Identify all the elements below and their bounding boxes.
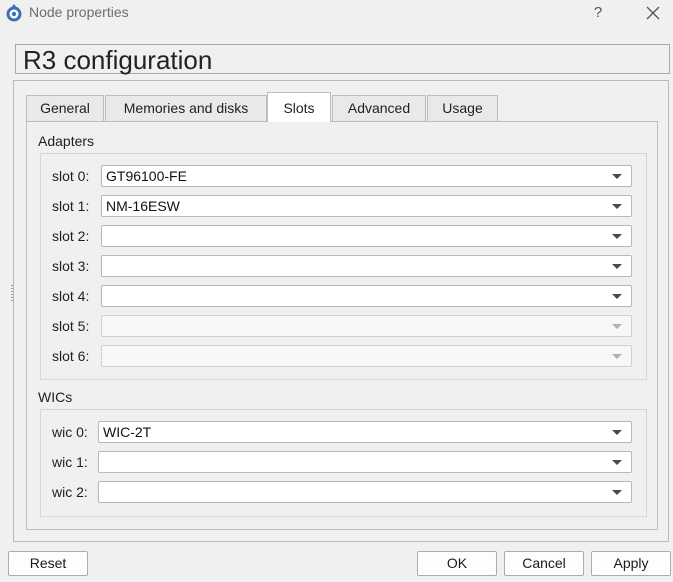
slot-5-dropdown xyxy=(101,315,632,337)
chevron-down-icon xyxy=(612,234,622,239)
slot-2-label: slot 2: xyxy=(52,228,90,244)
config-title-box: R3 configuration xyxy=(15,44,670,75)
tab-general[interactable]: General xyxy=(26,95,104,121)
cancel-button[interactable]: Cancel xyxy=(504,551,584,576)
adapters-group-label: Adapters xyxy=(38,133,95,149)
slot-6-dropdown xyxy=(101,345,632,367)
chevron-down-icon xyxy=(612,430,622,435)
chevron-down-icon xyxy=(612,460,622,465)
reset-button[interactable]: Reset xyxy=(8,551,88,576)
wic-1-label: wic 1: xyxy=(52,454,88,470)
slot-3-dropdown[interactable] xyxy=(101,255,632,277)
slot-2-dropdown[interactable] xyxy=(101,225,632,247)
help-button[interactable]: ? xyxy=(588,2,608,24)
tab-memories-and-disks[interactable]: Memories and disks xyxy=(105,95,267,121)
app-icon xyxy=(6,4,22,22)
slot-5-label: slot 5: xyxy=(52,318,90,334)
wics-group-label: WICs xyxy=(38,389,73,405)
chevron-down-icon xyxy=(612,354,622,359)
close-icon[interactable] xyxy=(642,2,664,24)
slot-1-dropdown[interactable]: NM-16ESW xyxy=(101,195,632,217)
wic-1-dropdown[interactable] xyxy=(98,451,632,473)
chevron-down-icon xyxy=(612,174,622,179)
slot-4-label: slot 4: xyxy=(52,288,90,304)
tab-advanced[interactable]: Advanced xyxy=(332,95,426,121)
splitter-handle[interactable] xyxy=(11,285,13,303)
wic-2-dropdown[interactable] xyxy=(98,481,632,503)
slot-3-label: slot 3: xyxy=(52,258,90,274)
slot-1-label: slot 1: xyxy=(52,198,90,214)
window-title: Node properties xyxy=(29,4,129,20)
slots-panel: Adapters slot 0: GT96100-FE slot 1: NM-1… xyxy=(26,121,658,530)
chevron-down-icon xyxy=(612,324,622,329)
wic-0-dropdown[interactable]: WIC-2T xyxy=(98,421,632,443)
ok-button[interactable]: OK xyxy=(417,551,497,576)
slot-0-label: slot 0: xyxy=(52,168,90,184)
chevron-down-icon xyxy=(612,204,622,209)
config-title: R3 configuration xyxy=(23,45,213,75)
slot-4-dropdown[interactable] xyxy=(101,285,632,307)
wic-0-label: wic 0: xyxy=(52,424,88,440)
apply-button[interactable]: Apply xyxy=(591,551,671,576)
tab-usage[interactable]: Usage xyxy=(427,95,498,121)
wic-2-label: wic 2: xyxy=(52,484,88,500)
chevron-down-icon xyxy=(612,264,622,269)
chevron-down-icon xyxy=(612,294,622,299)
slot-0-dropdown[interactable]: GT96100-FE xyxy=(101,165,632,187)
title-bar: Node properties ? xyxy=(0,0,673,26)
tab-slots[interactable]: Slots xyxy=(267,92,331,122)
chevron-down-icon xyxy=(612,490,622,495)
slot-6-label: slot 6: xyxy=(52,348,90,364)
